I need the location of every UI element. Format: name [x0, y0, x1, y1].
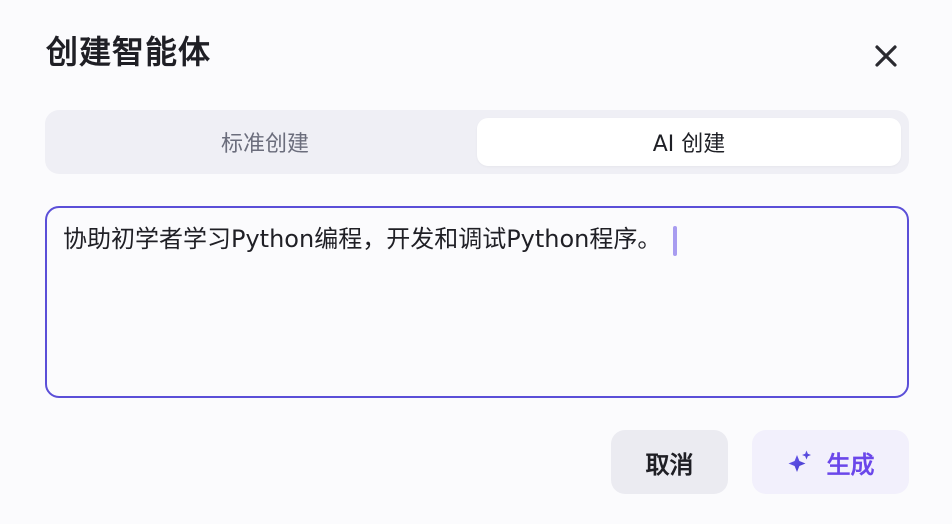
- prompt-textarea[interactable]: 协助初学者学习Python编程，开发和调试Python程序。: [45, 206, 909, 398]
- close-icon: [875, 45, 897, 67]
- creation-mode-tabs: 标准创建 AI 创建: [45, 110, 909, 174]
- generate-button[interactable]: 生成: [752, 430, 909, 494]
- sparkle-icon: [787, 449, 813, 475]
- text-caret: [673, 225, 678, 256]
- prompt-text: 协助初学者学习Python编程，开发和调试Python程序。: [63, 225, 662, 253]
- tab-ai-create[interactable]: AI 创建: [477, 118, 901, 166]
- cancel-button[interactable]: 取消: [611, 430, 728, 494]
- dialog-title: 创建智能体: [46, 33, 212, 71]
- tab-standard-create[interactable]: 标准创建: [53, 118, 477, 166]
- generate-button-label: 生成: [826, 450, 875, 479]
- close-button[interactable]: [866, 36, 906, 76]
- cancel-button-label: 取消: [645, 450, 694, 479]
- create-agent-dialog: 创建智能体 标准创建 AI 创建 协助初学者学习Python编程，开发和调试Py…: [0, 0, 952, 524]
